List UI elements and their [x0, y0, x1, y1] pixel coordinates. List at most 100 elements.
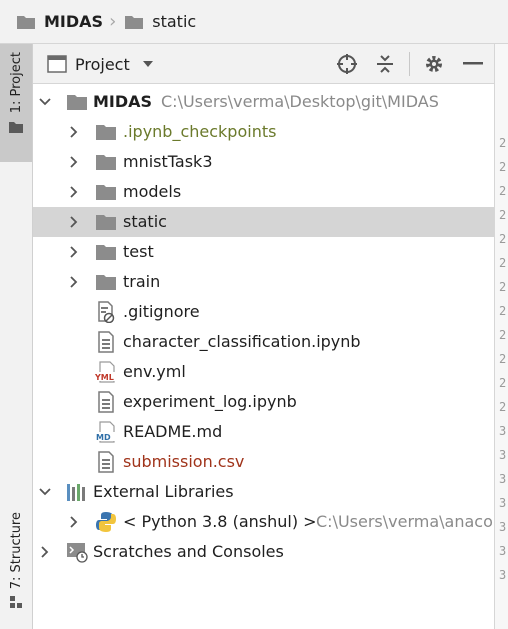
navigation-bar: MIDAS › static: [0, 0, 508, 44]
folder-icon: [95, 177, 117, 207]
gutter-line-number: 3: [499, 544, 507, 558]
tree-row-file[interactable]: experiment_log.ipynb: [33, 387, 494, 417]
chevron-down-icon[interactable]: [37, 87, 53, 117]
tree-row-folder-selected[interactable]: static: [33, 207, 494, 237]
folder-icon: [66, 87, 88, 117]
gutter-line-number: 2: [499, 136, 507, 150]
editor-gutter: 2 2 2 2 2 2 2 2 2 2 2 2 3 3 3 3 3 3 3: [494, 44, 508, 629]
chevron-right-icon[interactable]: [66, 147, 82, 177]
project-view-label: Project: [75, 54, 130, 74]
tree-row-folder[interactable]: train: [33, 267, 494, 297]
breadcrumb-label: MIDAS: [44, 12, 104, 31]
text-file-icon: [95, 387, 117, 417]
gutter-line-number: 3: [499, 448, 507, 462]
tree-label-file: submission.csv: [123, 452, 245, 471]
gutter-line-number: 3: [499, 520, 507, 534]
tree-label-python-sdk: < Python 3.8 (anshul) >: [123, 512, 317, 531]
library-icon: [66, 477, 88, 507]
gutter-line-number: 2: [499, 160, 507, 174]
collapse-all-icon[interactable]: [373, 52, 397, 76]
tree-label-folder: .ipynb_checkpoints: [123, 122, 277, 141]
gutter-line-number: 3: [499, 424, 507, 438]
gutter-line-number: 2: [499, 280, 507, 294]
text-file-icon: [95, 447, 117, 477]
tree-label-file: character_classification.ipynb: [123, 332, 361, 351]
tree-label-file: env.yml: [123, 362, 186, 381]
tree-row-folder[interactable]: test: [33, 237, 494, 267]
chevron-right-icon[interactable]: [66, 237, 82, 267]
folder-icon: [16, 14, 36, 30]
tree-row-file[interactable]: MD README.md: [33, 417, 494, 447]
yaml-file-icon: YML: [95, 357, 117, 387]
scratches-icon: [66, 537, 88, 567]
gitignore-file-icon: [95, 297, 117, 327]
header-divider: [409, 52, 410, 76]
gutter-line-number: 2: [499, 376, 507, 390]
gear-icon[interactable]: [422, 52, 446, 76]
folder-icon: [8, 121, 24, 134]
folder-icon: [95, 237, 117, 267]
project-window-icon: [47, 55, 67, 73]
svg-text:YML: YML: [95, 373, 114, 382]
gutter-line-number: 2: [499, 184, 507, 198]
tree-row-folder[interactable]: mnistTask3: [33, 147, 494, 177]
gutter-line-number: 2: [499, 232, 507, 246]
structure-icon: [9, 595, 23, 609]
tab-project[interactable]: 1: Project: [0, 44, 32, 162]
left-tool-stripe: 1: Project 7: Structure: [0, 44, 33, 629]
tree-label-folder: train: [123, 272, 161, 291]
gutter-line-number: 2: [499, 208, 507, 222]
tree-row-python-sdk[interactable]: < Python 3.8 (anshul) > C:\Users\verma\a…: [33, 507, 494, 537]
tree-row-external-libraries[interactable]: External Libraries: [33, 477, 494, 507]
tree-label-external-libraries: External Libraries: [93, 482, 234, 501]
tree-label-root: MIDAS: [93, 92, 153, 111]
chevron-right-icon[interactable]: [66, 507, 82, 537]
tree-root-path: C:\Users\verma\Desktop\git\MIDAS: [161, 92, 439, 111]
breadcrumb-separator: ›: [109, 11, 117, 32]
tree-label-file: .gitignore: [123, 302, 200, 321]
chevron-right-icon[interactable]: [66, 267, 82, 297]
chevron-right-icon[interactable]: [37, 537, 53, 567]
project-panel: Project MIDAS C:\Users\verma\Desktop\git…: [33, 44, 494, 629]
python-icon: [95, 507, 117, 537]
chevron-right-icon[interactable]: [66, 117, 82, 147]
tree-row-folder[interactable]: .ipynb_checkpoints: [33, 117, 494, 147]
tab-structure-label: 7: Structure: [8, 512, 24, 590]
tree-label-file: experiment_log.ipynb: [123, 392, 297, 411]
tree-label-folder: models: [123, 182, 182, 201]
chevron-right-icon[interactable]: [66, 177, 82, 207]
locate-icon[interactable]: [335, 52, 359, 76]
tree-row-file[interactable]: .gitignore: [33, 297, 494, 327]
tree-label-file: README.md: [123, 422, 223, 441]
folder-icon: [95, 117, 117, 147]
markdown-file-icon: MD: [95, 417, 117, 447]
tree-row-file[interactable]: YML env.yml: [33, 357, 494, 387]
tree-row-folder[interactable]: models: [33, 177, 494, 207]
tree-label-scratches: Scratches and Consoles: [93, 542, 284, 561]
breadcrumb-item-midas[interactable]: MIDAS: [16, 12, 103, 31]
svg-text:MD: MD: [96, 433, 111, 442]
folder-icon: [95, 147, 117, 177]
gutter-line-number: 2: [499, 328, 507, 342]
tree-row-root[interactable]: MIDAS C:\Users\verma\Desktop\git\MIDAS: [33, 87, 494, 117]
tree-label-folder: static: [123, 212, 167, 231]
chevron-right-icon[interactable]: [66, 207, 82, 237]
chevron-down-icon[interactable]: [37, 477, 53, 507]
gutter-line-number: 2: [499, 400, 507, 414]
tree-label-folder: mnistTask3: [123, 152, 213, 171]
tree-row-scratches[interactable]: Scratches and Consoles: [33, 537, 494, 567]
gutter-line-number: 3: [499, 568, 507, 582]
hide-icon[interactable]: [461, 52, 485, 76]
gutter-line-number: 2: [499, 256, 507, 270]
gutter-line-number: 2: [499, 352, 507, 366]
tree-row-file[interactable]: submission.csv: [33, 447, 494, 477]
folder-icon: [95, 267, 117, 297]
tree-row-file[interactable]: character_classification.ipynb: [33, 327, 494, 357]
text-file-icon: [95, 327, 117, 357]
folder-icon: [95, 207, 117, 237]
tab-structure[interactable]: 7: Structure: [0, 506, 32, 626]
chevron-down-icon: [142, 60, 154, 68]
project-view-selector[interactable]: Project: [47, 44, 154, 84]
folder-icon: [124, 14, 144, 30]
breadcrumb-item-static[interactable]: static: [124, 12, 196, 31]
